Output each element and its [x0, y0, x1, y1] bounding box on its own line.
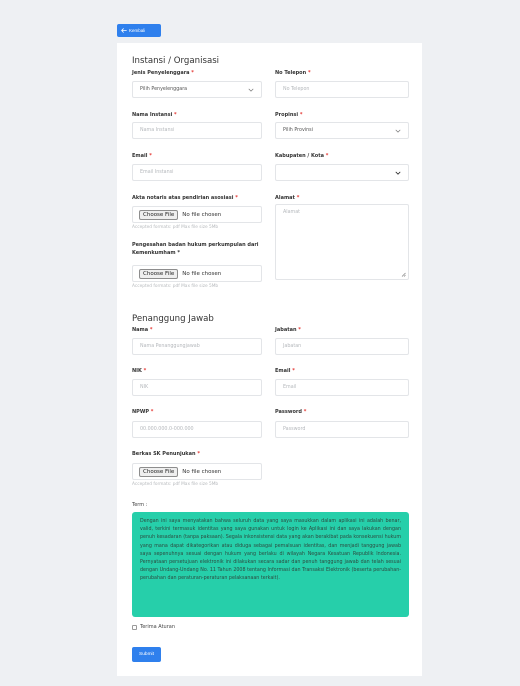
submit-button[interactable]: Submit: [132, 647, 161, 662]
textarea-alamat[interactable]: Alamat: [275, 204, 409, 280]
input-nama-instansi[interactable]: Nama Instansi: [132, 122, 262, 139]
select-jenis-penyelenggara[interactable]: Pilih Penyelenggara: [132, 81, 262, 98]
agree-checkbox[interactable]: [132, 624, 137, 630]
registration-form-card: Instansi / Organisasi Jenis Penyelenggar…: [117, 43, 422, 676]
arrow-left-icon: [121, 28, 127, 33]
back-button[interactable]: Kembali: [117, 24, 161, 37]
label-pengesahan-badan-hukum: Pengesahan badan hukum perkumpulan dari …: [132, 242, 259, 256]
back-button-label: Kembali: [129, 28, 146, 33]
resize-handle-icon[interactable]: [401, 272, 406, 277]
term-label: Term :: [132, 502, 148, 508]
chevron-down-icon: [395, 129, 401, 133]
label-jabatan: Jabatan *: [275, 327, 301, 333]
label-propinsi: Propinsi *: [275, 112, 303, 118]
label-email-penanggung: Email *: [275, 368, 295, 374]
label-npwp: NPWP *: [132, 409, 154, 415]
input-no-telepon[interactable]: No Telepon: [275, 81, 409, 98]
file-input-berkas-sk[interactable]: Choose File No file chosen: [132, 463, 262, 480]
file-input-akta-notaris[interactable]: Choose File No file chosen: [132, 206, 262, 223]
label-nama-instansi: Nama Instansi *: [132, 112, 177, 118]
select-kabupaten-kota[interactable]: [275, 164, 409, 181]
agree-checkbox-row[interactable]: Terima Aturan: [132, 624, 175, 630]
label-akta-notaris: Akta notaris atas pendirian asosiasi *: [132, 195, 238, 201]
label-no-telepon: No Telepon *: [275, 70, 311, 76]
section-title-penanggung-jawab: Penanggung Jawab: [132, 314, 214, 324]
file-hint-pengesahan: Accepted formats: pdf Max file size 5Mb: [132, 284, 219, 289]
section-title-instansi: Instansi / Organisasi: [132, 56, 220, 66]
label-password: Password *: [275, 409, 307, 415]
choose-file-button[interactable]: Choose File: [139, 209, 179, 220]
label-berkas-sk: Berkas SK Penunjukan *: [132, 451, 200, 457]
label-jenis-penyelenggara: Jenis Penyelenggara *: [132, 70, 194, 76]
label-kabupaten-kota: Kabupaten / Kota *: [275, 153, 329, 159]
file-input-pengesahan[interactable]: Choose File No file chosen: [132, 265, 262, 282]
input-password[interactable]: Password: [275, 421, 409, 438]
label-email-instansi: Email *: [132, 153, 152, 159]
input-nama-penanggung[interactable]: Nama Penanggungjawab: [132, 338, 262, 355]
input-jabatan[interactable]: Jabatan: [275, 338, 409, 355]
file-hint-akta: Accepted formats: pdf Max file size 5Mb: [132, 225, 219, 230]
file-status: No file chosen: [182, 270, 222, 277]
label-nik: NIK *: [132, 368, 147, 374]
input-email-instansi[interactable]: Email Instansi: [132, 164, 262, 181]
term-text-box: Dengan ini saya menyatakan bahwa seluruh…: [132, 512, 409, 617]
choose-file-button[interactable]: Choose File: [139, 268, 179, 279]
select-propinsi[interactable]: Pilih Provinsi: [275, 122, 409, 139]
choose-file-button[interactable]: Choose File: [139, 466, 179, 477]
file-hint-sk: Accepted formats: pdf Max file size 5Mb: [132, 482, 219, 487]
label-nama-penanggung: Nama *: [132, 327, 153, 333]
label-alamat: Alamat *: [275, 195, 300, 201]
agree-label: Terima Aturan: [140, 624, 175, 630]
file-status: No file chosen: [182, 211, 222, 218]
chevron-down-icon: [248, 88, 254, 92]
input-email-penanggung[interactable]: Email: [275, 379, 409, 396]
input-nik[interactable]: NIK: [132, 379, 262, 396]
chevron-down-icon: [395, 171, 401, 175]
input-npwp[interactable]: 00.000.000.0-000.000: [132, 421, 262, 438]
file-status: No file chosen: [182, 468, 222, 475]
